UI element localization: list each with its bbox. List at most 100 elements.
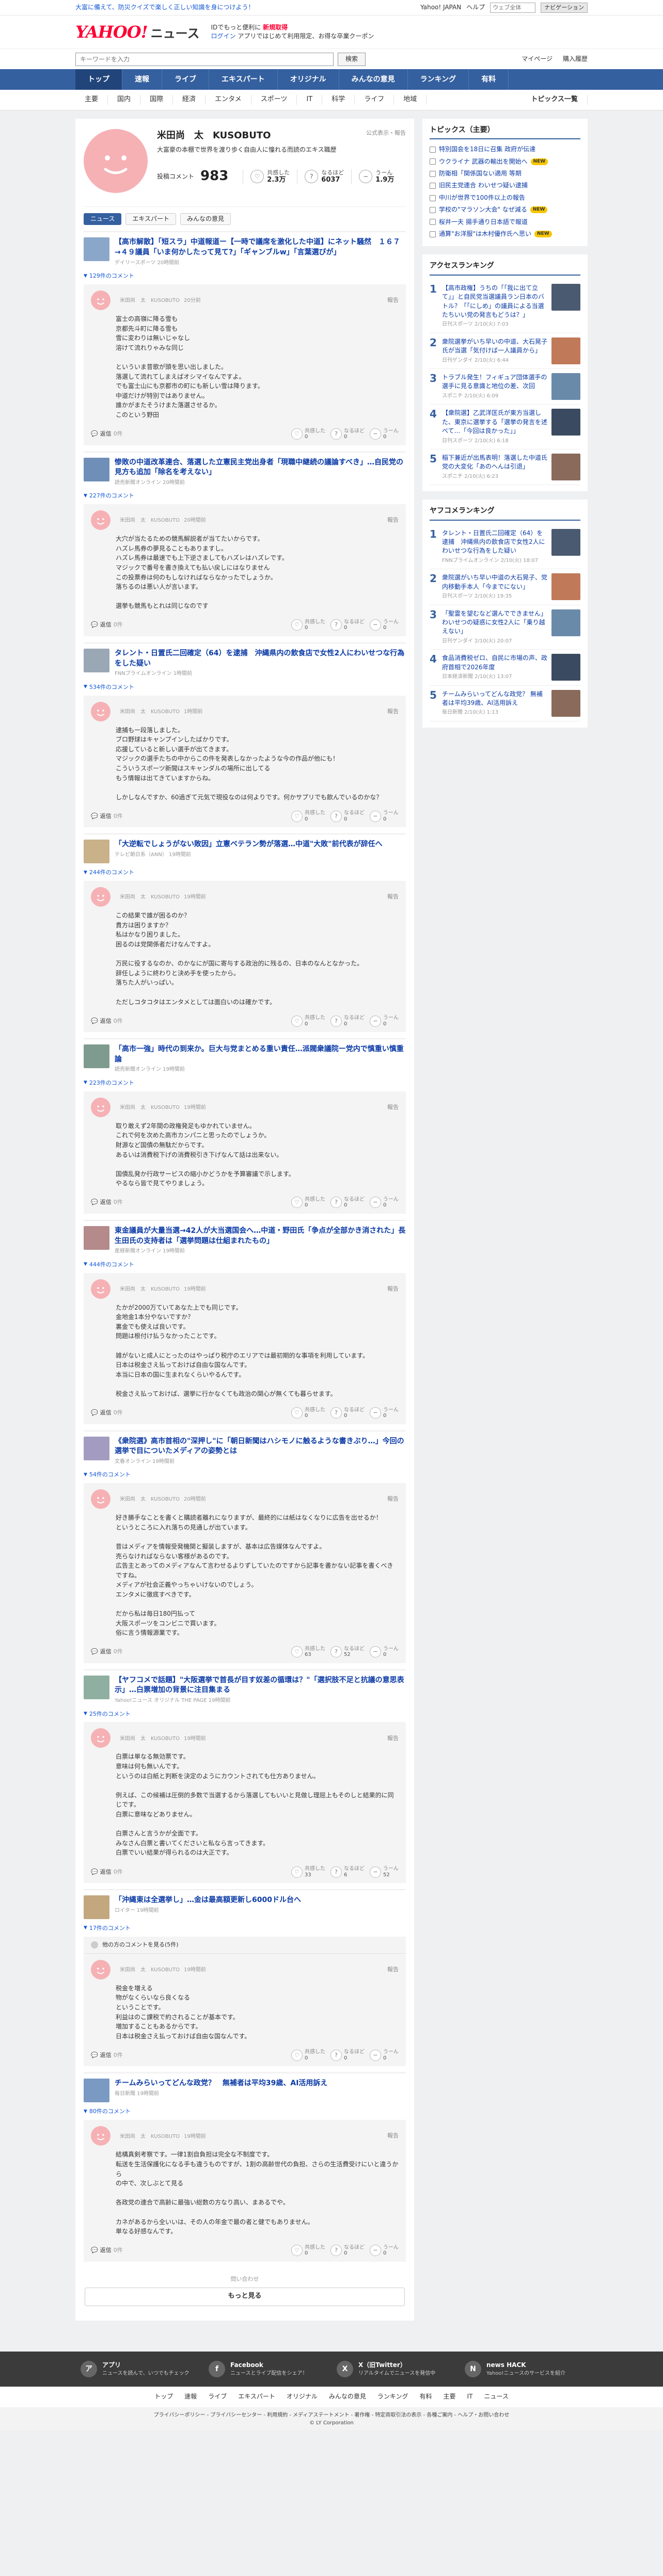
gnav-opinion[interactable]: みんなの意見 bbox=[339, 69, 408, 90]
report-link[interactable]: 報告 bbox=[387, 1734, 399, 1743]
topic-item[interactable]: ウクライナ 武器の輸出を開始へ NEW bbox=[430, 156, 580, 168]
topic-item[interactable]: 旧民主党連合 わいせつ疑い逮捕 bbox=[430, 180, 580, 191]
ranking-item[interactable]: 5 チームみらいってどんな政党？ 無補者は平均39歳、AI活用訴え 毎日新聞 2/1… bbox=[430, 686, 580, 721]
footer-app-link[interactable]: アアプリ ニュースを読んで、いつでもチェック bbox=[75, 2360, 203, 2377]
comment-author[interactable]: 米田尚 太 KUSOBUTO 19時間前 bbox=[116, 1734, 206, 1743]
avatar[interactable] bbox=[91, 1489, 110, 1509]
gnav-flash[interactable]: 速報 bbox=[122, 69, 162, 90]
gnav-ranking[interactable]: ランキング bbox=[408, 69, 469, 90]
comment-author[interactable]: 米田尚 太 KUSOBUTO 19時間前 bbox=[116, 1284, 206, 1294]
article-link[interactable]: 「大逆転でしょうがない敗因」立憲ベテラン勢が落選…中道"大敗"前代表が辞任へ テレ… bbox=[84, 840, 406, 864]
report-link[interactable]: 報告 bbox=[387, 1285, 399, 1293]
article-link[interactable]: 「沖縄東は全選挙し」…金は最高額更新し6000ドル台へ ロイター 19時間前 bbox=[84, 1895, 406, 1920]
topic-item[interactable]: 通算"お洋服"は木村優作氏へ思い NEW bbox=[430, 228, 580, 240]
footer-nav-link[interactable]: 速報 bbox=[184, 2392, 197, 2401]
web-search-button[interactable]: ナビゲーション bbox=[541, 2, 588, 13]
tab-opinion[interactable]: みんなの意見 bbox=[180, 213, 231, 226]
reply-button[interactable]: 💬 返信 0件 bbox=[91, 1648, 123, 1656]
article-link[interactable]: 東金議員が大量当選→42人が大当選国会へ…中道・野田氏「争点が全部かき消された」… bbox=[84, 1226, 406, 1255]
ranking-item[interactable]: 4 【衆院選】乙武洋匡氏が東方当選した、東京に選挙する「選挙の発言を述べて…「今回… bbox=[430, 405, 580, 450]
gnav-paid[interactable]: 有料 bbox=[469, 69, 509, 90]
yahoo-news-logo[interactable]: YAHOO! ニュース bbox=[75, 20, 199, 44]
article-title[interactable]: 「沖縄東は全選挙し」…金は最高額更新し6000ドル台へ bbox=[115, 1895, 301, 1906]
comment-author[interactable]: 米田尚 太 KUSOBUTO 19時間前 bbox=[116, 1965, 206, 1974]
reply-button[interactable]: 💬 返信 0件 bbox=[91, 621, 123, 629]
load-more-button[interactable]: もっと見る bbox=[85, 2287, 405, 2306]
report-link[interactable]: 報告 bbox=[387, 2132, 399, 2140]
topic-item[interactable]: 学校の"マラソン大会" なぜ減る NEW bbox=[430, 204, 580, 216]
article-title[interactable]: 《衆院選》高市首相の"深押し"に「朝日新聞はハシモノに触るような書きぶり…」今回… bbox=[115, 1437, 406, 1457]
topic-item[interactable]: 中川が世界で100件以上の報告 bbox=[430, 192, 580, 204]
promo-link[interactable]: 大富に備えて、防災クイズで楽しく正しい知識を身につけよう！ bbox=[75, 3, 254, 12]
comment-count-link[interactable]: ▼ 17件のコメント bbox=[84, 1924, 406, 1933]
article-title[interactable]: チームみらいってどんな政党？ 無補者は平均39歳、AI活用訴え bbox=[115, 2079, 327, 2089]
naruhodo-button[interactable]: ? なるほど 0 bbox=[330, 619, 365, 631]
mypage-link[interactable]: マイページ bbox=[522, 55, 552, 63]
empathy-button[interactable]: ♡ 共感した 0 bbox=[291, 1015, 325, 1027]
footer-nav-link[interactable]: ライブ bbox=[208, 2392, 227, 2401]
uun-button[interactable]: − うーん 0 bbox=[370, 810, 399, 822]
avatar[interactable] bbox=[91, 1097, 110, 1117]
cat-science[interactable]: 科学 bbox=[322, 95, 355, 105]
article-title[interactable]: 「高市一強」時代の到来か。巨大与党まとめる重い責任…派閥衆議院ー党内で慎重い慎重… bbox=[115, 1044, 406, 1065]
report-link[interactable]: 報告 bbox=[387, 1966, 399, 1974]
ranking-item[interactable]: 2 衆院選挙がいち早いの中道、大石晃子氏が当選「気付けば一人議員から」 日刊ゲンダイ… bbox=[430, 333, 580, 369]
article-link[interactable]: 【ヤフコメで話題】"大阪選挙で首長が目す奴差の循環は？"「選択肢不足と抗議の意思… bbox=[84, 1675, 406, 1705]
naruhodo-button[interactable]: ? なるほど 52 bbox=[330, 1646, 365, 1658]
comment-count-link[interactable]: ▼ 444件のコメント bbox=[84, 1261, 406, 1269]
article-link[interactable]: 惨敗の中道改革連合、落選した立憲民主党出身者「現職中継続の議論すべき」…自民党の… bbox=[84, 457, 406, 487]
ranking-item[interactable]: 3 「聖霊を望むなど選んでできません」 わいせつの疑惑に女性2人に「乗り越えない」… bbox=[430, 605, 580, 650]
uun-button[interactable]: − うーん 0 bbox=[370, 2049, 399, 2061]
empathy-button[interactable]: ♡ 共感した 0 bbox=[291, 1197, 325, 1209]
profile-note[interactable]: 公式表示・報告 bbox=[366, 129, 406, 137]
empathy-button[interactable]: ♡ 共感した 0 bbox=[291, 2049, 325, 2061]
reply-button[interactable]: 💬 返信 0件 bbox=[91, 1409, 123, 1417]
cat-world[interactable]: 国際 bbox=[140, 95, 173, 105]
reply-button[interactable]: 💬 返信 0件 bbox=[91, 1017, 123, 1025]
article-title[interactable]: 【高市解散】「短スラ」中道報道ー【一時で議席を激化した中道】にネット騒然 １６７… bbox=[115, 237, 406, 257]
article-title[interactable]: 東金議員が大量当選→42人が大当選国会へ…中道・野田氏「争点が全部かき消された」… bbox=[115, 1226, 406, 1246]
news-search-input[interactable] bbox=[75, 52, 334, 66]
article-link[interactable]: 「高市一強」時代の到来か。巨大与党まとめる重い責任…派閥衆議院ー党内で慎重い慎重… bbox=[84, 1044, 406, 1074]
naruhodo-button[interactable]: ? なるほど 0 bbox=[330, 2245, 365, 2257]
ranking-item[interactable]: 5 稲下兼近が出馬表明！落選した中道氏党の大変化「あのへんは引退」 スポニチ 2/1… bbox=[430, 449, 580, 486]
naruhodo-button[interactable]: ? なるほど 0 bbox=[330, 1407, 365, 1419]
footer-nav-link[interactable]: 主要 bbox=[444, 2392, 456, 2401]
comment-count-link[interactable]: ▼ 54件のコメント bbox=[84, 1471, 406, 1479]
cat-economy[interactable]: 経済 bbox=[173, 95, 206, 105]
uun-button[interactable]: − うーん 0 bbox=[370, 1197, 399, 1209]
footer-nav-link[interactable]: オリジナル bbox=[287, 2392, 318, 2401]
ranking-item[interactable]: 4 食品消費税ゼロ、自民に市場の声、政府首相で2026年度 日本経済新聞 2/10(… bbox=[430, 650, 580, 686]
avatar[interactable] bbox=[91, 1279, 110, 1299]
ranking-item[interactable]: 2 衆院選がいち早い中道の大石晃子、党内移動手本人「今までにない」 日刊スポーツ 2… bbox=[430, 569, 580, 605]
comment-count-link[interactable]: ▼ 80件のコメント bbox=[84, 2107, 406, 2116]
reply-button[interactable]: 💬 返信 0件 bbox=[91, 1198, 123, 1206]
legal-links[interactable]: プライバシーポリシー - プライバシーセンター - 利用規約 - メディアステー… bbox=[0, 2411, 663, 2419]
news-search-button[interactable]: 検索 bbox=[338, 52, 366, 66]
help-link[interactable]: ヘルプ bbox=[466, 3, 485, 12]
naruhodo-button[interactable]: ? なるほど 0 bbox=[330, 810, 365, 822]
login-link[interactable]: ログイン bbox=[211, 33, 235, 40]
ranking-item[interactable]: 1 【高市政権】うちの「「我に出て立て」」と自民党当選議員ラン日本のバトル？「「に… bbox=[430, 280, 580, 333]
gnav-live[interactable]: ライブ bbox=[162, 69, 209, 90]
purchase-history-link[interactable]: 購入履歴 bbox=[563, 55, 588, 63]
tab-news[interactable]: ニュース bbox=[84, 213, 122, 226]
article-title[interactable]: タレント・日置氏二回確定（64）を逮捕 沖縄県内の飲食店で女性2人にわいせつな行… bbox=[115, 649, 406, 669]
empathy-button[interactable]: ♡ 共感した 0 bbox=[291, 1407, 325, 1419]
footer-nav-link[interactable]: エキスパート bbox=[238, 2392, 275, 2401]
footer-nav-link[interactable]: 有料 bbox=[420, 2392, 432, 2401]
uun-button[interactable]: − うーん 0 bbox=[370, 619, 399, 631]
web-search-input[interactable] bbox=[490, 2, 536, 13]
article-link[interactable]: 《衆院選》高市首相の"深押し"に「朝日新聞はハシモノに触るような書きぶり…」今回… bbox=[84, 1436, 406, 1466]
tab-expert[interactable]: エキスパート bbox=[125, 213, 177, 226]
avatar[interactable] bbox=[91, 2126, 110, 2146]
cat-life[interactable]: ライフ bbox=[355, 95, 394, 105]
uun-button[interactable]: − うーん 0 bbox=[370, 1407, 399, 1419]
yahoo-japan-link[interactable]: Yahoo! JAPAN bbox=[420, 3, 461, 12]
report-link[interactable]: 報告 bbox=[387, 1495, 399, 1503]
topic-item[interactable]: 防衛相「関係国ない適用 等期 bbox=[430, 168, 580, 180]
empathy-button[interactable]: ♡ 共感した 0 bbox=[291, 2245, 325, 2257]
comment-author[interactable]: 米田尚 太 KUSOBUTO 20時間前 bbox=[116, 516, 206, 525]
avatar[interactable] bbox=[91, 291, 110, 311]
naruhodo-button[interactable]: ? なるほど 0 bbox=[330, 2049, 365, 2061]
